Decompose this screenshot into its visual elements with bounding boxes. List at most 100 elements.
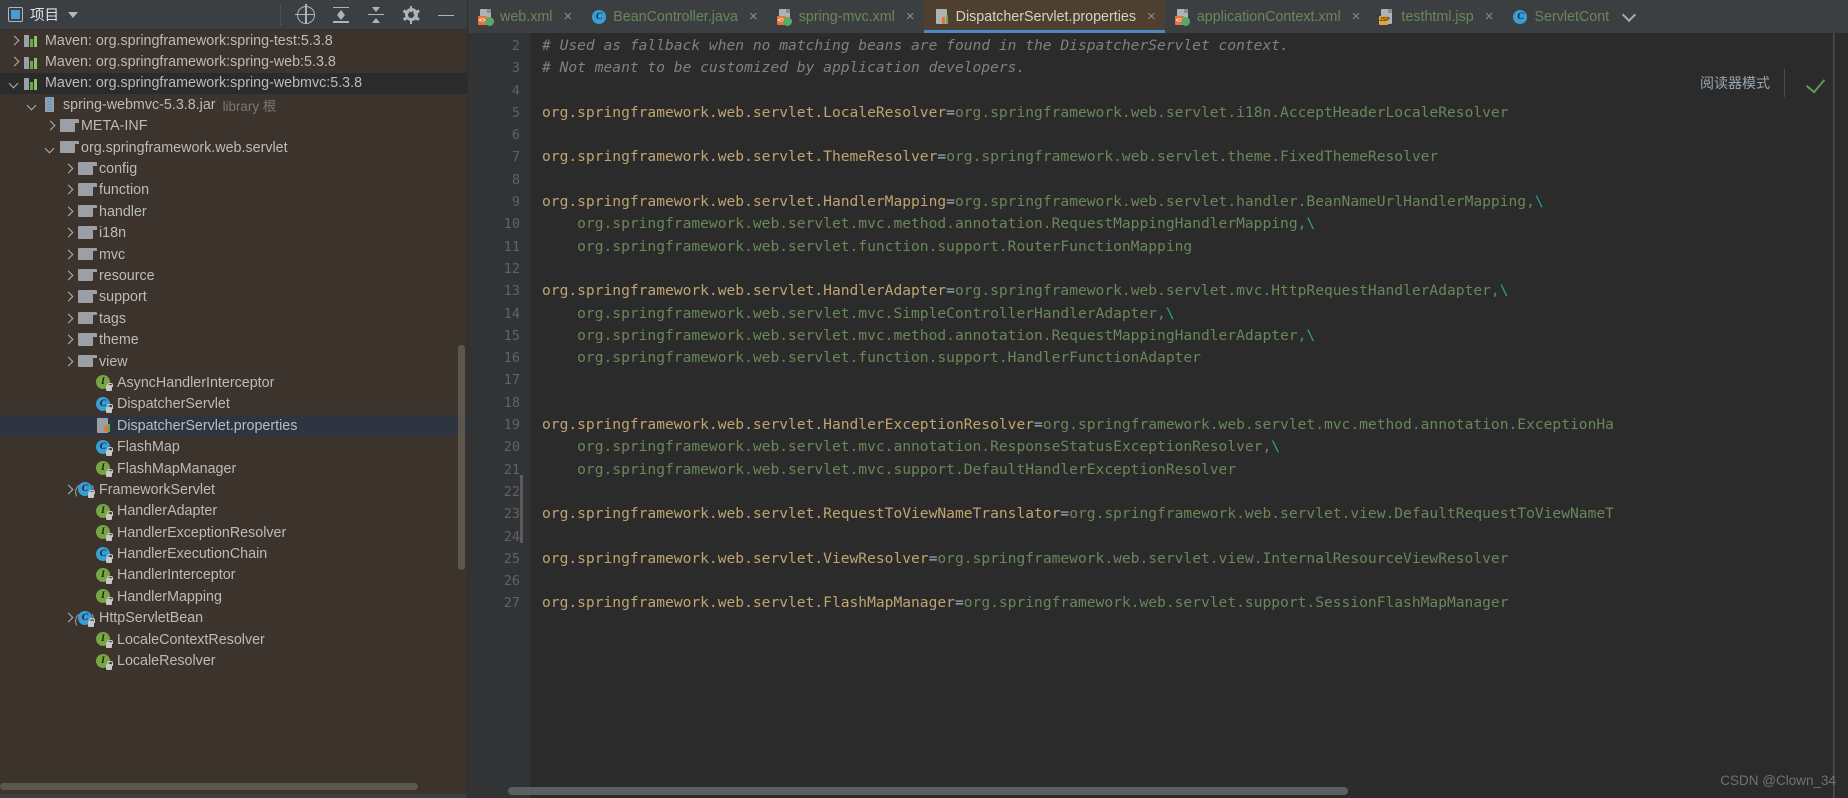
chevron-right-icon[interactable] — [62, 291, 75, 304]
chevron-right-icon[interactable] — [62, 334, 75, 347]
editor-tab[interactable]: JSP testhtml.jsp × — [1369, 0, 1502, 33]
code-line[interactable]: # Used as fallback when no matching bean… — [530, 35, 1848, 57]
tree-row[interactable]: I HandlerAdapter — [0, 501, 467, 522]
tree-row[interactable]: config — [0, 158, 467, 179]
tree-row[interactable]: DispatcherServlet.properties — [0, 415, 467, 437]
tree-row[interactable]: (C)FrameworkServlet — [0, 479, 467, 500]
code-line[interactable]: org.springframework.web.servlet.mvc.anno… — [530, 436, 1848, 458]
code-line[interactable] — [530, 392, 1848, 414]
tab-close-icon[interactable]: × — [1352, 8, 1361, 25]
minimize-icon[interactable] — [437, 6, 455, 24]
code-line[interactable]: org.springframework.web.servlet.HandlerE… — [530, 414, 1848, 436]
chevron-right-icon[interactable] — [62, 184, 75, 197]
code-line[interactable]: org.springframework.web.servlet.FlashMap… — [530, 592, 1848, 614]
chevron-right-icon[interactable] — [62, 612, 75, 625]
expand-all-icon[interactable] — [367, 6, 385, 24]
code-line[interactable]: org.springframework.web.servlet.mvc.meth… — [530, 325, 1848, 347]
project-panel-title-button[interactable]: 项目 — [0, 0, 280, 29]
code-line[interactable] — [530, 526, 1848, 548]
tree-row[interactable]: I LocaleContextResolver — [0, 629, 467, 650]
tree-row[interactable]: Maven: org.springframework:spring-webmvc… — [0, 72, 467, 95]
tree-row[interactable]: META-INF — [0, 116, 467, 137]
tree-row[interactable]: I LocaleResolver — [0, 650, 467, 671]
project-tree-horizontal-scrollbar[interactable] — [0, 783, 418, 790]
tree-row[interactable]: I AsyncHandlerInterceptor — [0, 372, 467, 393]
editor-tab[interactable]: DispatcherServlet.properties × — [923, 0, 1165, 33]
editor-tab[interactable]: C BeanController.java × — [581, 0, 767, 33]
tree-row[interactable]: i18n — [0, 223, 467, 244]
tab-close-icon[interactable]: × — [749, 8, 758, 25]
chevron-right-icon[interactable] — [62, 312, 75, 325]
code-line[interactable] — [530, 169, 1848, 191]
chevron-down-icon[interactable] — [26, 98, 39, 111]
code-line[interactable] — [530, 570, 1848, 592]
code-line[interactable] — [530, 258, 1848, 280]
tree-row[interactable]: I HandlerMapping — [0, 586, 467, 607]
tree-row[interactable]: mvc — [0, 244, 467, 265]
editor-gutter[interactable]: 2 3 4 5 6 7 8 9 10 11 12 13 14 15 16 17 18 19 20 21 22 23 24 25… — [468, 33, 530, 798]
tab-close-icon[interactable]: × — [563, 8, 572, 25]
chevron-down-icon[interactable] — [44, 141, 57, 154]
tab-close-icon[interactable]: × — [1147, 8, 1156, 25]
tree-row[interactable]: org.springframework.web.servlet — [0, 137, 467, 158]
code-line[interactable]: # Not meant to be customized by applicat… — [530, 57, 1848, 79]
tab-close-icon[interactable]: × — [1485, 8, 1494, 25]
code-line[interactable]: org.springframework.web.servlet.function… — [530, 347, 1848, 369]
chevron-right-icon[interactable] — [62, 355, 75, 368]
tree-row[interactable]: spring-webmvc-5.3.8.jar library 根 — [0, 94, 467, 115]
editor-tab[interactable]: <> web.xml × — [468, 0, 581, 33]
tree-row[interactable]: I HandlerInterceptor — [0, 565, 467, 586]
chevron-right-icon[interactable] — [62, 163, 75, 176]
tab-list-chevron-down-icon[interactable] — [1618, 0, 1640, 33]
tree-row[interactable]: theme — [0, 329, 467, 350]
project-tree-vertical-scrollbar[interactable] — [458, 345, 465, 570]
chevron-right-icon[interactable] — [44, 120, 57, 133]
chevron-right-icon[interactable] — [8, 56, 21, 69]
code-line[interactable]: org.springframework.web.servlet.HandlerA… — [530, 280, 1848, 302]
editor-tab[interactable]: <> applicationContext.xml × — [1165, 0, 1370, 33]
locate-target-icon[interactable] — [295, 3, 315, 24]
tree-row[interactable]: function — [0, 180, 467, 201]
tree-row[interactable]: handler — [0, 201, 467, 222]
chevron-down-icon[interactable] — [8, 77, 21, 90]
tree-row[interactable]: Maven: org.springframework:spring-web:5.… — [0, 51, 467, 72]
tree-row[interactable]: C DispatcherServlet — [0, 394, 467, 415]
code-line[interactable]: org.springframework.web.servlet.ViewReso… — [530, 548, 1848, 570]
chevron-right-icon[interactable] — [62, 227, 75, 240]
gear-icon[interactable] — [402, 5, 420, 24]
chevron-down-icon[interactable] — [68, 11, 78, 18]
chevron-right-icon[interactable] — [8, 34, 21, 47]
tree-row[interactable]: view — [0, 351, 467, 372]
tree-row[interactable]: C HandlerExecutionChain — [0, 543, 467, 564]
tree-row[interactable]: support — [0, 287, 467, 308]
code-line[interactable]: org.springframework.web.servlet.function… — [530, 236, 1848, 258]
green-check-icon[interactable] — [1810, 73, 1828, 85]
editor-horizontal-scrollbar[interactable] — [508, 787, 1348, 795]
code-line[interactable] — [530, 80, 1848, 102]
editor-code-content[interactable]: # Used as fallback when no matching bean… — [530, 33, 1848, 798]
tree-row[interactable]: resource — [0, 265, 467, 286]
code-line[interactable]: org.springframework.web.servlet.mvc.Simp… — [530, 303, 1848, 325]
collapse-all-icon[interactable] — [332, 6, 350, 24]
code-line[interactable] — [530, 481, 1848, 503]
editor-scroll-track[interactable] — [1834, 33, 1848, 798]
code-line[interactable]: org.springframework.web.servlet.LocaleRe… — [530, 102, 1848, 124]
tree-row[interactable]: I FlashMapManager — [0, 458, 467, 479]
code-line[interactable]: org.springframework.web.servlet.HandlerM… — [530, 191, 1848, 213]
tab-close-icon[interactable]: × — [906, 8, 915, 25]
chevron-right-icon[interactable] — [62, 205, 75, 218]
tree-row[interactable]: (C)HttpServletBean — [0, 608, 467, 629]
chevron-right-icon[interactable] — [62, 483, 75, 496]
reader-mode-label[interactable]: 阅读器模式 — [1700, 73, 1770, 93]
code-line[interactable] — [530, 124, 1848, 146]
code-line[interactable]: org.springframework.web.servlet.RequestT… — [530, 503, 1848, 525]
tree-row[interactable]: I HandlerExceptionResolver — [0, 522, 467, 543]
chevron-right-icon[interactable] — [62, 269, 75, 282]
code-line[interactable] — [530, 369, 1848, 391]
chevron-right-icon[interactable] — [62, 248, 75, 261]
editor-tab-bar[interactable]: <> web.xml × C BeanController.java × <> spring-… — [468, 0, 1848, 33]
tree-row[interactable]: tags — [0, 308, 467, 329]
project-tree[interactable]: Maven: org.springframework:spring-test:5… — [0, 30, 467, 798]
editor-tab[interactable]: C ServletCont — [1502, 0, 1618, 33]
code-line[interactable]: org.springframework.web.servlet.mvc.supp… — [530, 459, 1848, 481]
